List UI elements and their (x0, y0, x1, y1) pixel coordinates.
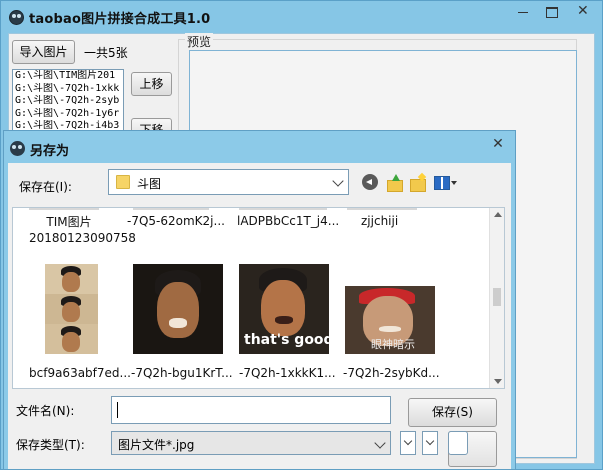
close-button[interactable]: ✕ (563, 1, 601, 23)
up-folder-icon[interactable] (386, 174, 404, 192)
thumbnail-edge (29, 208, 99, 210)
preview-label: 预览 (185, 33, 214, 50)
total-count-label: 一共5张 (84, 46, 128, 60)
filename-input[interactable] (111, 396, 391, 424)
list-item[interactable]: G:\斗图\-7Q2h-1xkk (15, 83, 123, 96)
dialog-close-button[interactable]: ✕ (486, 135, 510, 155)
minimize-button[interactable] (509, 1, 537, 23)
save-as-dialog: 另存为 ✕ 保存在(I): 斗图 TIM图片 20180123090758 -7… (3, 130, 516, 470)
dialog-title: 另存为 (30, 144, 70, 159)
file-thumbnail[interactable] (45, 264, 98, 354)
view-menu-icon[interactable] (434, 174, 458, 192)
thumbnail-edge (133, 208, 209, 210)
maximize-button[interactable] (537, 1, 565, 23)
back-icon[interactable] (362, 174, 378, 190)
main-titlebar[interactable]: taobao图片拼接合成工具1.0 ✕ (1, 1, 602, 33)
list-item[interactable]: G:\斗图\-7Q2h-2syb (15, 95, 123, 108)
save-button[interactable]: 保存(S) (408, 398, 497, 427)
dialog-client-area: 保存在(I): 斗图 TIM图片 20180123090758 -7Q5-62o… (8, 163, 511, 469)
extra-dropdown[interactable] (400, 431, 416, 455)
scroll-up-arrow-icon[interactable] (494, 212, 502, 217)
filetype-label: 保存类型(T): (16, 438, 85, 452)
app-logo-icon (9, 10, 24, 25)
chevron-down-icon[interactable] (374, 437, 386, 449)
thumbnail-caption: that's good (244, 332, 334, 348)
folder-icon (116, 175, 130, 189)
cancel-button[interactable] (448, 431, 497, 467)
file-pane-scrollbar[interactable] (489, 208, 504, 388)
chevron-down-icon (403, 436, 413, 446)
save-in-label: 保存在(I): (19, 180, 72, 194)
move-up-button[interactable]: 上移 (131, 72, 172, 96)
save-in-value: 斗图 (137, 177, 162, 191)
file-item-name[interactable]: zjjchiji (361, 214, 398, 228)
scroll-thumb[interactable] (493, 288, 501, 306)
dialog-logo-icon (10, 141, 25, 156)
close-icon: ✕ (577, 3, 589, 19)
list-item[interactable]: G:\斗图\-7Q2h-1y6r (15, 108, 123, 121)
file-thumbnail[interactable]: 眼神暗示 (345, 286, 435, 354)
thumbnail-caption: 眼神暗示 (371, 338, 415, 351)
scroll-down-arrow-icon[interactable] (494, 379, 502, 384)
file-thumbnail[interactable]: that's good (239, 264, 334, 354)
file-thumbnail[interactable] (133, 264, 223, 354)
filetype-value: 图片文件*.jpg (118, 438, 195, 452)
chevron-down-icon[interactable] (332, 175, 344, 187)
thumbnail-edge (239, 208, 327, 210)
filename-label: 文件名(N): (16, 404, 75, 418)
file-item-name[interactable]: -7Q5-62omK2j... (127, 214, 225, 228)
filetype-dropdown[interactable]: 图片文件*.jpg (111, 431, 391, 455)
file-item-name[interactable]: TIM图片 20180123090758 (29, 214, 136, 246)
text-caret (117, 402, 118, 418)
window-title: taobao图片拼接合成工具1.0 (29, 12, 211, 27)
new-folder-icon[interactable] (409, 174, 427, 192)
file-browser-pane[interactable]: TIM图片 20180123090758 -7Q5-62omK2j... lAD… (12, 207, 505, 389)
chevron-down-icon (425, 436, 435, 446)
file-item-name[interactable]: -7Q2h-bgu1KrT... (131, 366, 233, 380)
dialog-titlebar[interactable]: 另存为 ✕ (4, 131, 515, 163)
thumbnail-edge (347, 208, 417, 210)
save-in-dropdown[interactable]: 斗图 (108, 169, 349, 195)
file-item-name[interactable]: lADPBbCc1T_j4... (237, 214, 339, 228)
file-item-name[interactable]: bcf9a63abf7ed... (29, 366, 131, 380)
list-item[interactable]: G:\斗图\TIM图片201 (15, 70, 123, 83)
file-item-name[interactable]: -7Q2h-2sybKd... (343, 366, 440, 380)
file-item-name[interactable]: -7Q2h-1xkkK1... (239, 366, 336, 380)
close-icon: ✕ (492, 136, 504, 152)
import-images-button[interactable]: 导入图片 (12, 40, 75, 64)
extra-dropdown[interactable] (422, 431, 438, 455)
